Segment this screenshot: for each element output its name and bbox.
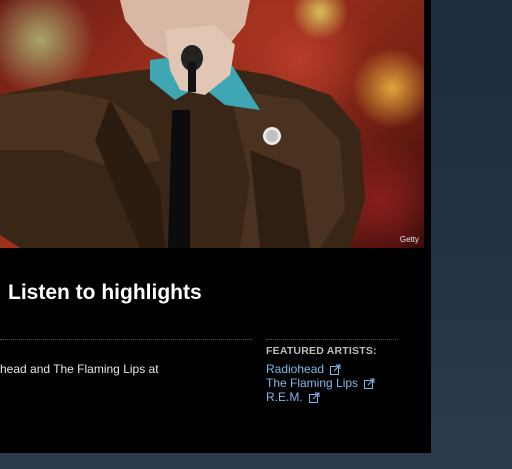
external-link-icon[interactable] <box>364 378 375 392</box>
concert-photo: Getty <box>0 0 424 248</box>
artist-link-the-flaming-lips[interactable]: The Flaming Lips <box>266 376 358 390</box>
list-item: The Flaming Lips <box>266 376 375 390</box>
external-link-icon[interactable] <box>308 392 320 406</box>
section-heading: Listen to highlights <box>8 281 202 304</box>
divider-right <box>266 339 398 340</box>
list-item: R.E.M. <box>266 390 375 404</box>
artist-link-radiohead[interactable]: Radiohead <box>266 362 324 376</box>
list-item: Radiohead <box>266 362 375 376</box>
description-text: head and The Flaming Lips at <box>0 362 159 376</box>
divider-left <box>0 339 252 340</box>
artist-link-rem[interactable]: R.E.M. <box>266 390 303 404</box>
featured-artists-list: Radiohead The Flaming Lips R.E.M. <box>266 362 375 404</box>
photo-credit: Getty <box>399 235 419 244</box>
singer-illustration <box>0 0 365 248</box>
content-panel: Getty Listen to highlights head and The … <box>0 0 431 453</box>
featured-artists-title: FEATURED ARTISTS: <box>266 345 377 357</box>
